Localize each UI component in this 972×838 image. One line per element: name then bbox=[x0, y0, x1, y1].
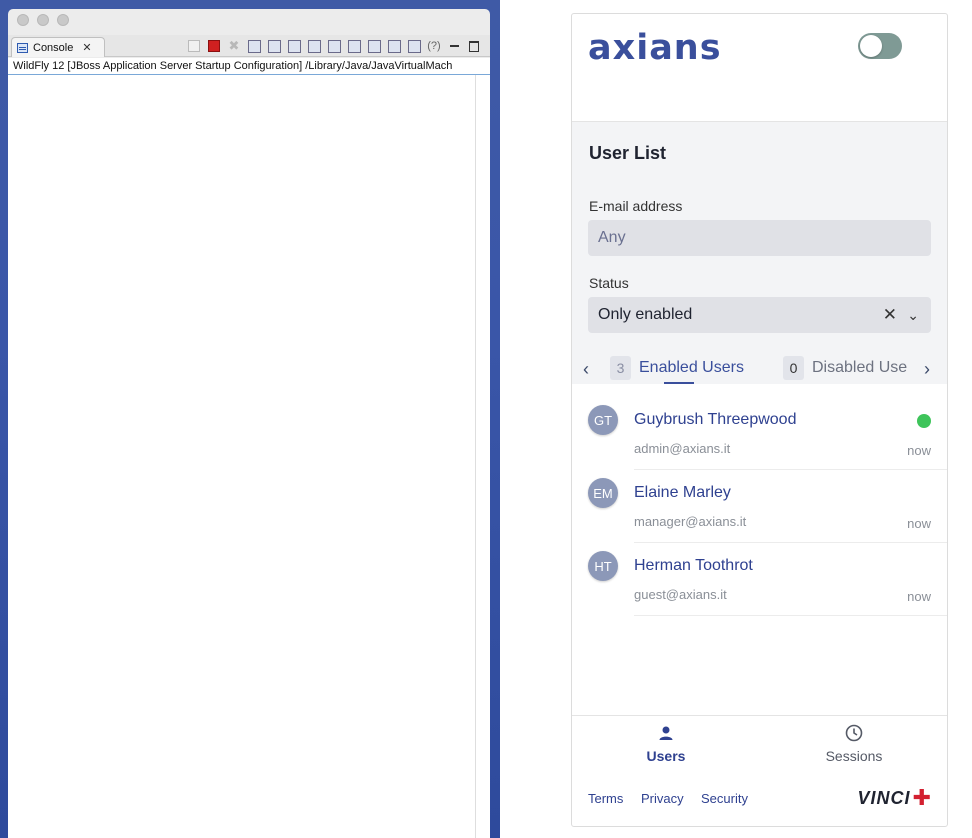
tab-enabled-users[interactable]: 3 Enabled Users bbox=[610, 351, 744, 384]
open-console-icon[interactable] bbox=[406, 39, 422, 53]
vinci-cross-icon: ✚ bbox=[912, 785, 931, 810]
security-link[interactable]: Security bbox=[701, 791, 748, 806]
chevron-left-icon[interactable]: ‹ bbox=[583, 359, 589, 380]
user-name: Elaine Marley bbox=[634, 484, 731, 501]
clear-icon[interactable]: ✕ bbox=[883, 297, 897, 333]
theme-toggle[interactable] bbox=[858, 33, 902, 59]
nav-users[interactable]: Users bbox=[572, 716, 760, 772]
user-last-seen: now bbox=[907, 589, 931, 604]
nav-sessions-label: Sessions bbox=[825, 748, 883, 764]
status-select[interactable]: Only enabled ✕ ⌄ bbox=[588, 297, 931, 333]
bottom-navigation: Users Sessions bbox=[572, 715, 947, 771]
nav-sessions[interactable]: Sessions bbox=[760, 716, 947, 772]
display-console-icon[interactable] bbox=[386, 39, 402, 53]
email-label: E-mail address bbox=[589, 198, 683, 214]
app-footer: Terms Privacy Security VINCI ✚ bbox=[572, 771, 947, 826]
user-tabs: ‹ 3 Enabled Users 0 Disabled Use › bbox=[572, 351, 947, 384]
nav-users-label: Users bbox=[646, 748, 686, 764]
maximize-icon[interactable] bbox=[466, 39, 482, 53]
clock-icon bbox=[845, 724, 863, 742]
scroll-lock-icon[interactable] bbox=[286, 39, 302, 53]
minimize-window-button[interactable] bbox=[37, 14, 49, 26]
list-item[interactable]: GT Guybrush Threepwood admin@axians.it n… bbox=[572, 397, 947, 470]
enabled-count-badge: 3 bbox=[610, 355, 631, 380]
axians-logo: axians bbox=[588, 28, 722, 68]
console-icon bbox=[17, 42, 28, 53]
user-name: Herman Toothrot bbox=[634, 557, 753, 574]
show-on-output-icon[interactable] bbox=[326, 39, 342, 53]
user-email: manager@axians.it bbox=[634, 514, 747, 529]
filter-panel: User List E-mail address Any Status Only… bbox=[572, 122, 947, 384]
remove-all-icon[interactable] bbox=[246, 39, 262, 53]
view-tab-bar: Console ✕ (?) bbox=[8, 35, 490, 57]
status-value: Only enabled bbox=[598, 306, 693, 323]
window-controls bbox=[17, 14, 69, 26]
toggle-knob bbox=[860, 35, 882, 57]
tab-disabled-users[interactable]: 0 Disabled Use bbox=[783, 351, 907, 384]
privacy-link[interactable]: Privacy bbox=[641, 791, 684, 806]
email-field[interactable]: Any bbox=[588, 220, 931, 256]
tab-disabled-label: Disabled Use bbox=[812, 358, 908, 376]
tab-console[interactable]: Console ✕ bbox=[11, 37, 105, 57]
vinci-logo-text: VINCI bbox=[857, 787, 911, 808]
user-email: guest@axians.it bbox=[634, 587, 727, 602]
console-launch-label: WildFly 12 [JBoss Application Server Sta… bbox=[8, 58, 490, 75]
console-scrollbar[interactable] bbox=[475, 75, 476, 838]
page-title: User List bbox=[589, 143, 667, 163]
app-header: axians bbox=[572, 14, 947, 122]
list-item[interactable]: HT Herman Toothrot guest@axians.it now bbox=[572, 543, 947, 616]
disabled-count-badge: 0 bbox=[783, 355, 804, 380]
avatar: GT bbox=[588, 405, 618, 435]
close-window-button[interactable] bbox=[17, 14, 29, 26]
divider bbox=[634, 615, 947, 616]
tab-enabled-label: Enabled Users bbox=[639, 358, 744, 376]
show-on-error-icon[interactable] bbox=[346, 39, 362, 53]
avatar: HT bbox=[588, 551, 618, 581]
active-tab-indicator bbox=[664, 382, 694, 384]
chevron-down-icon[interactable]: ⌄ bbox=[907, 297, 919, 333]
close-icon[interactable]: ✕ bbox=[82, 41, 91, 54]
tab-console-label: Console bbox=[33, 41, 74, 54]
user-icon bbox=[659, 726, 673, 740]
chevron-right-icon[interactable]: › bbox=[924, 359, 930, 380]
console-output[interactable] bbox=[8, 75, 490, 838]
stop-icon[interactable] bbox=[206, 39, 222, 53]
clear-console-icon[interactable] bbox=[266, 39, 282, 53]
online-status-indicator bbox=[917, 414, 931, 428]
vinci-energies-logo: VINCI ✚ bbox=[858, 785, 931, 811]
minimize-icon[interactable] bbox=[446, 39, 462, 53]
user-name: Guybrush Threepwood bbox=[634, 411, 797, 428]
pin-console-icon[interactable] bbox=[366, 39, 382, 53]
user-list: GT Guybrush Threepwood admin@axians.it n… bbox=[572, 397, 947, 616]
console-toolbar: (?) bbox=[186, 38, 482, 54]
user-last-seen: now bbox=[907, 516, 931, 531]
avatar: EM bbox=[588, 478, 618, 508]
list-item[interactable]: EM Elaine Marley manager@axians.it now bbox=[572, 470, 947, 543]
eclipse-window: Console ✕ (?) WildFly 12 [JBoss Applicat… bbox=[8, 9, 490, 838]
terms-link[interactable]: Terms bbox=[588, 791, 623, 806]
user-last-seen: now bbox=[907, 443, 931, 458]
status-label: Status bbox=[589, 275, 629, 291]
help-icon[interactable]: (?) bbox=[426, 39, 442, 53]
zoom-window-button[interactable] bbox=[57, 14, 69, 26]
user-email: admin@axians.it bbox=[634, 441, 731, 456]
remove-launch-icon[interactable] bbox=[186, 39, 202, 53]
word-wrap-icon[interactable] bbox=[306, 39, 322, 53]
mobile-app: axians User List E-mail address Any Stat… bbox=[571, 13, 948, 827]
remove-icon[interactable] bbox=[226, 39, 242, 53]
